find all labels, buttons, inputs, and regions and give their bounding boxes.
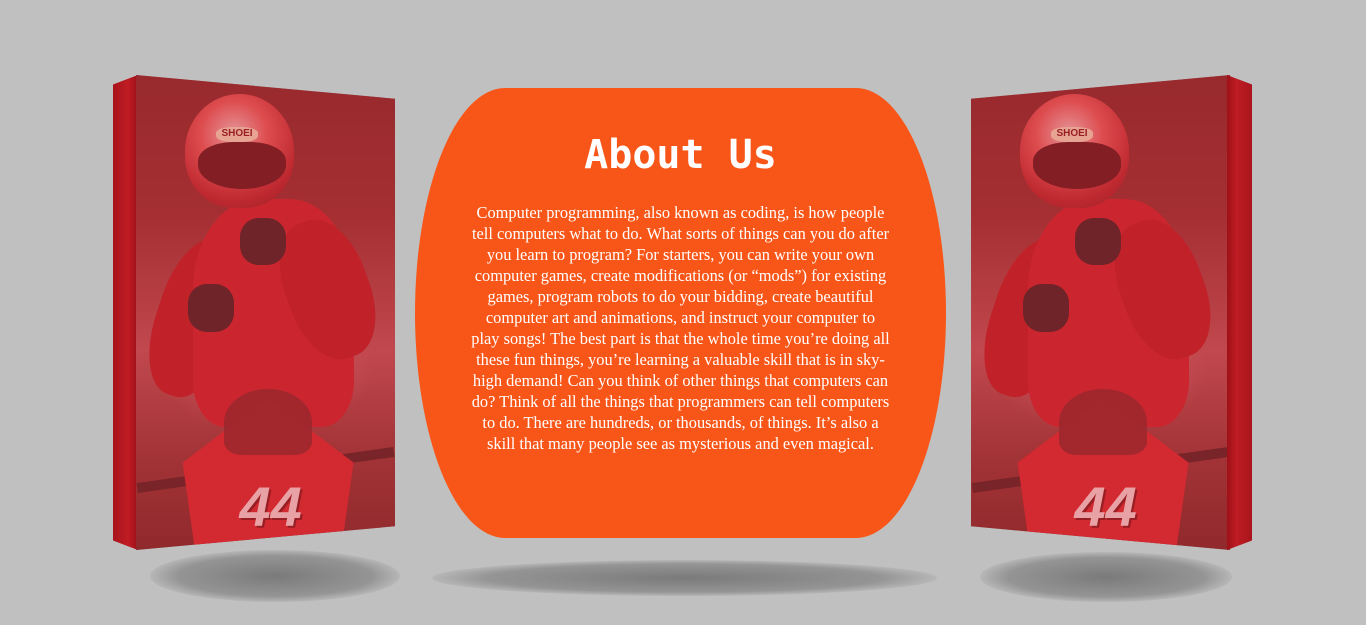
rider-photo: SHOEI 44 xyxy=(136,75,395,550)
left-panel-shadow xyxy=(150,550,400,602)
card-shadow xyxy=(432,560,937,596)
left-rider-image: SHOEI 44 xyxy=(136,75,395,550)
about-description: Computer programming, also known as codi… xyxy=(471,203,890,453)
about-card: About Us Computer programming, also know… xyxy=(415,88,946,538)
right-rider-image: SHOEI 44 xyxy=(971,75,1230,550)
rider-photo: SHOEI 44 xyxy=(971,75,1230,550)
left-panel-edge xyxy=(113,75,138,550)
about-stage: SHOEI 44 About Us Computer programming, … xyxy=(0,0,1366,625)
right-panel-edge xyxy=(1227,75,1252,550)
right-panel-shadow xyxy=(980,552,1232,602)
page-title: About Us xyxy=(584,132,777,178)
